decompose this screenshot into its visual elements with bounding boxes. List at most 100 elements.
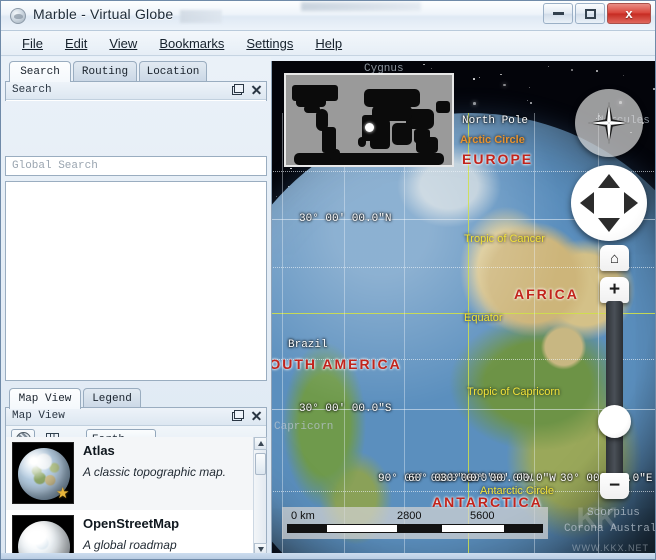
minus-icon: − [609, 475, 620, 497]
map-view-dock-title: Map View [12, 410, 65, 422]
compass-rose-icon[interactable] [575, 89, 643, 157]
compass-needle-icon [586, 100, 632, 146]
map-theme-thumbnail: ★ [12, 442, 74, 504]
overview-landmass [392, 123, 412, 145]
close-icon: x [608, 4, 650, 23]
menu-edit-label: Edit [65, 36, 87, 51]
tab-search[interactable]: Search [9, 61, 71, 82]
maximize-icon [576, 4, 604, 23]
map-view-dock: Map View Earth [5, 407, 267, 557]
search-dock-titlebar: Search [6, 82, 266, 100]
window-title: Marble - Virtual Globe [33, 6, 173, 22]
graticule-lon-30w [404, 113, 405, 555]
map-view-dock-float-icon[interactable] [231, 409, 243, 423]
scale-tick-5600: 5600 [470, 510, 494, 522]
app-globe-icon [10, 8, 26, 24]
close-button[interactable]: x [607, 3, 651, 24]
map-theme-thumbnail [12, 515, 74, 556]
globe-map-canvas[interactable]: 30° 00' 00.0"N30° 00' 00.0"S90° 00' 00.0… [271, 61, 656, 555]
tab-routing-label: Routing [82, 66, 128, 78]
list-item[interactable]: ★ Atlas A classic topographic map. [6, 437, 266, 510]
pan-down-icon[interactable] [598, 218, 620, 232]
plus-icon: + [609, 279, 620, 301]
pan-direction-pad[interactable] [571, 165, 647, 241]
home-icon: ⌂ [610, 250, 619, 267]
menu-settings[interactable]: Settings [235, 33, 304, 54]
tab-routing[interactable]: Routing [73, 61, 137, 81]
menu-settings-label: Settings [246, 36, 293, 51]
window-bottom-strip [1, 553, 656, 559]
map-theme-list[interactable]: ★ Atlas A classic topographic map. OpenS… [6, 437, 266, 556]
tab-map-view[interactable]: Map View [9, 388, 81, 409]
minimize-icon [544, 4, 572, 23]
scroll-up-arrow-icon[interactable] [254, 437, 267, 450]
maximize-button[interactable] [575, 3, 605, 24]
menu-view[interactable]: View [98, 33, 148, 54]
bottom-tab-bar: Map View Legend [9, 388, 271, 408]
map-theme-text: Atlas A classic topographic map. [83, 442, 260, 504]
favorite-star-icon: ★ [56, 486, 71, 501]
map-view-dock-titlebar: Map View [6, 408, 266, 426]
menu-help[interactable]: Help [304, 33, 353, 54]
watermark-url: WWW.KKX.NET [572, 543, 649, 553]
search-dock-buttons [231, 83, 262, 97]
minimize-button[interactable] [543, 3, 573, 24]
search-results-list[interactable] [5, 181, 267, 381]
graticule-lon-60w [344, 113, 345, 555]
menu-help-label: Help [315, 36, 342, 51]
pan-right-icon[interactable] [624, 192, 638, 214]
search-input[interactable]: Global Search [5, 156, 267, 176]
search-dock-float-icon[interactable] [231, 83, 243, 97]
menu-file-label: File [22, 36, 43, 51]
scale-tick-0: 0 km [291, 510, 315, 522]
scale-bar: 0 km 2800 5600 [282, 507, 548, 539]
map-view-dock-buttons [231, 409, 262, 423]
map-theme-name: Atlas [83, 443, 260, 458]
map-view-dock-close-icon[interactable] [250, 409, 262, 423]
scale-bar-labels: 0 km 2800 5600 [287, 510, 543, 523]
pan-up-icon[interactable] [598, 174, 620, 188]
menu-bookmarks-label: Bookmarks [159, 36, 224, 51]
zoom-slider-handle[interactable] [598, 405, 631, 438]
overview-position-marker [365, 123, 374, 132]
map-theme-text: OpenStreetMap A global roadmap [83, 515, 260, 556]
menu-bookmarks[interactable]: Bookmarks [148, 33, 235, 54]
overview-landmass [372, 105, 412, 121]
tab-location[interactable]: Location [139, 61, 207, 81]
world-overview-map[interactable] [284, 73, 454, 167]
map-theme-description: A global roadmap [83, 538, 260, 552]
graticule-lon-90w [282, 113, 283, 555]
tab-search-label: Search [20, 66, 60, 78]
map-theme-description: A classic topographic map. [83, 465, 260, 479]
overview-landmass [364, 89, 420, 107]
search-dock-close-icon[interactable] [250, 83, 262, 97]
map-theme-name: OpenStreetMap [83, 516, 260, 531]
title-bar: Marble - Virtual Globe x [1, 1, 656, 31]
home-button[interactable]: ⌂ [600, 245, 629, 271]
title-bar-blur-artifact-2 [301, 2, 421, 11]
osm-globe-icon [18, 521, 70, 556]
overview-landmass [322, 127, 336, 153]
menu-edit[interactable]: Edit [54, 33, 98, 54]
pan-left-icon[interactable] [580, 192, 594, 214]
list-item[interactable]: OpenStreetMap A global roadmap [6, 510, 266, 556]
menu-file[interactable]: File [11, 33, 54, 54]
menu-view-label: View [109, 36, 137, 51]
graticule-prime-meridian [468, 113, 469, 555]
search-dock-header: Search [5, 81, 267, 101]
top-tab-bar: Search Routing Location [9, 61, 267, 81]
map-theme-list-scrollbar[interactable] [253, 437, 266, 556]
scrollbar-thumb[interactable] [255, 453, 266, 475]
graticule-lon-30e [534, 113, 535, 555]
tab-legend-label: Legend [92, 393, 132, 405]
zoom-slider-track[interactable] [606, 301, 623, 477]
tab-legend[interactable]: Legend [83, 388, 141, 408]
tab-map-view-label: Map View [19, 393, 72, 405]
zoom-out-button[interactable]: − [600, 473, 629, 499]
search-input-placeholder: Global Search [12, 160, 98, 172]
marble-application-window: Marble - Virtual Globe x File Edit View … [0, 0, 656, 560]
left-dock-panel: Search Routing Location Search Global Se… [1, 57, 271, 560]
tab-location-label: Location [147, 66, 200, 78]
zoom-in-button[interactable]: + [600, 277, 629, 303]
menu-bar: File Edit View Bookmarks Settings Help [1, 31, 656, 56]
